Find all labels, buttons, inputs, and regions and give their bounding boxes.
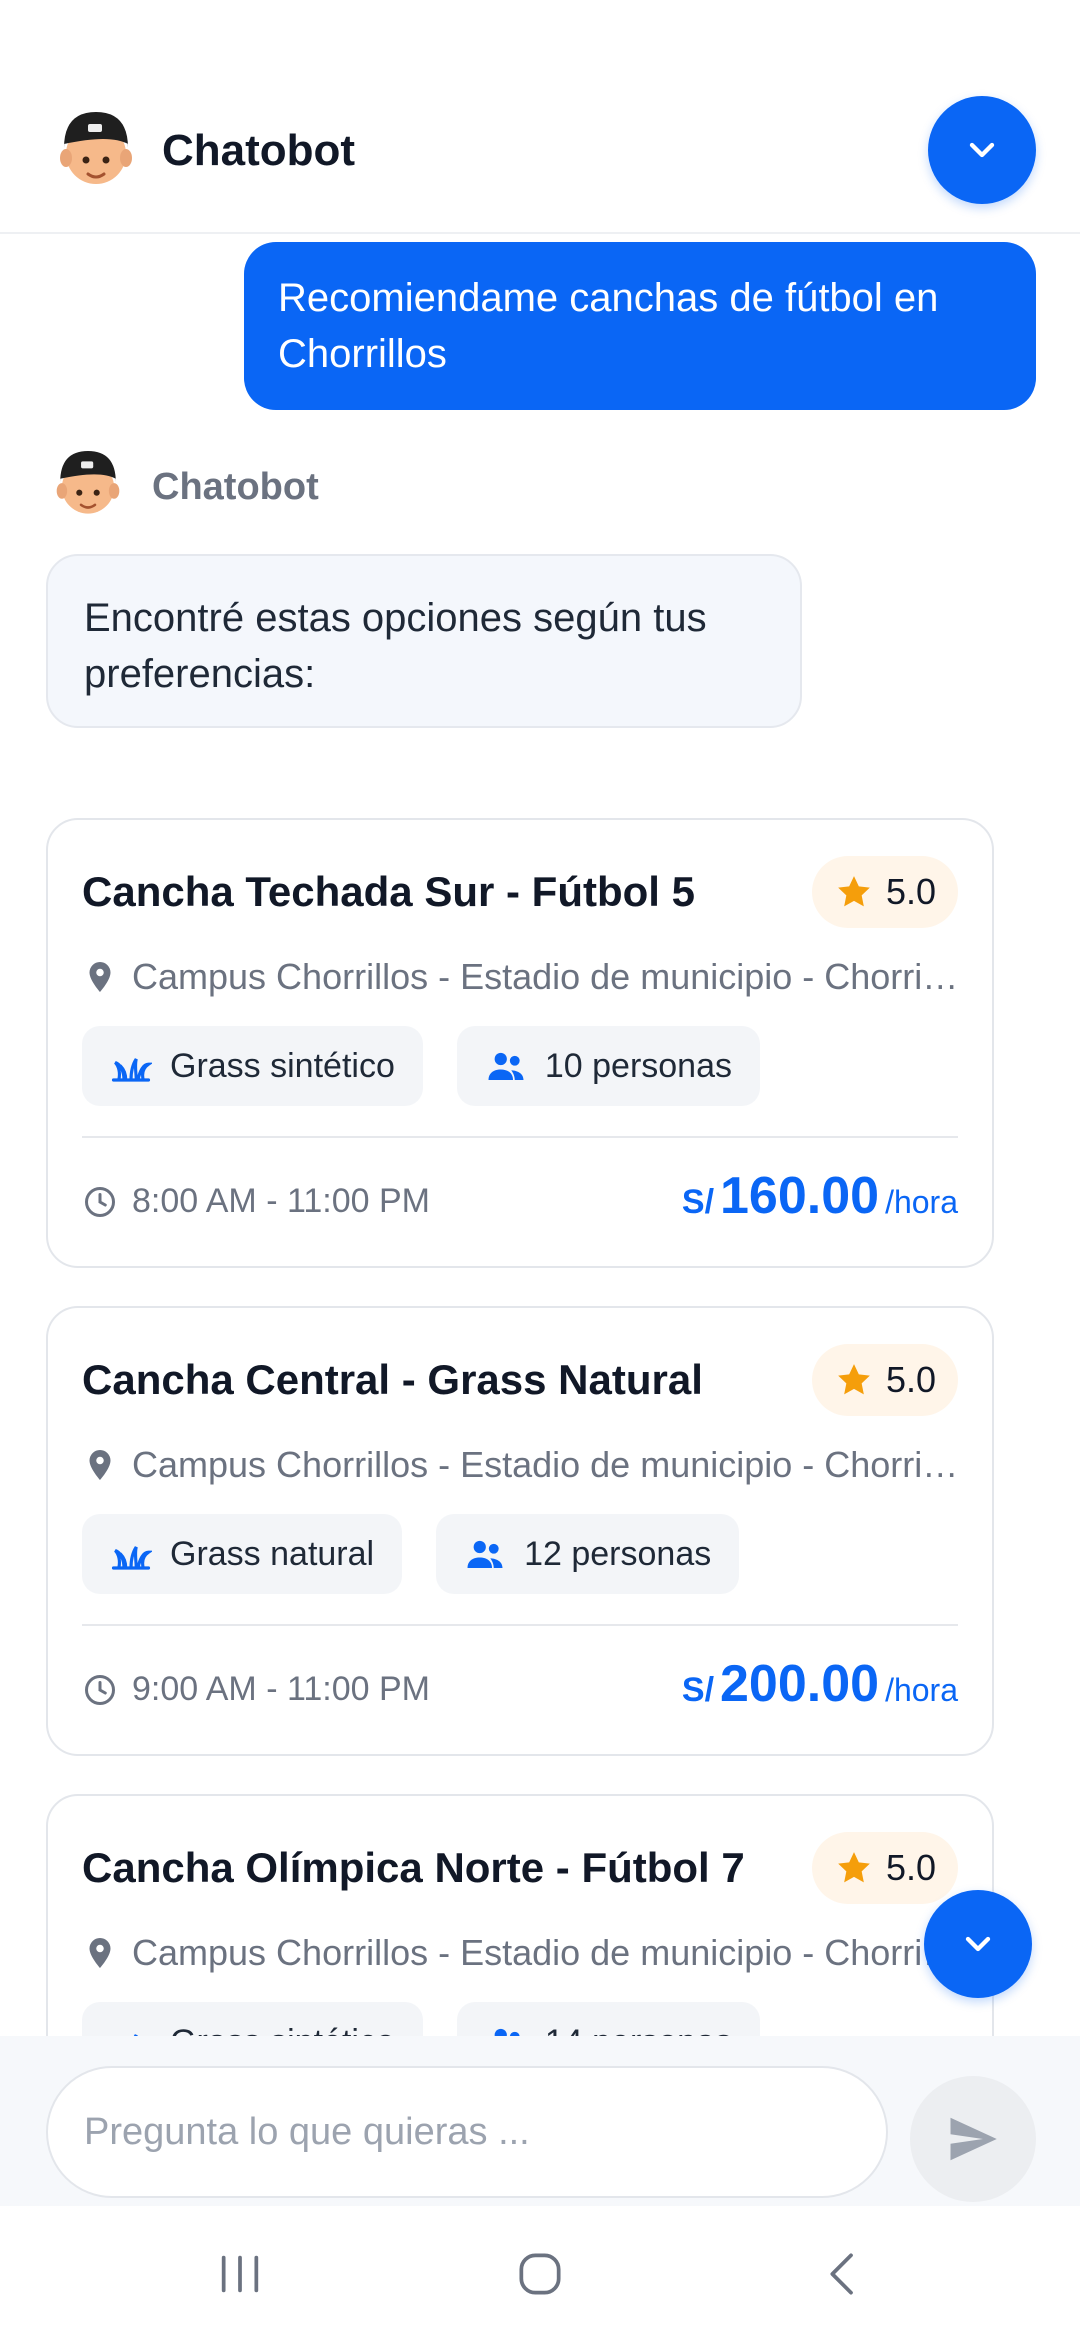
bot-message-bubble: Encontré estas opciones según tus prefer… <box>46 554 802 728</box>
star-icon <box>838 1852 870 1883</box>
capacity-chip: 12 personas <box>436 1514 740 1594</box>
boy-cap-avatar-icon <box>56 450 120 514</box>
location-pin-icon <box>89 1450 111 1480</box>
rating-badge: 5.0 <box>811 1832 958 1904</box>
back-icon <box>830 2253 853 2295</box>
recents-button[interactable] <box>210 2244 270 2304</box>
header-title: Chatobot <box>162 126 356 175</box>
capacity-chip: 10 personas <box>456 1026 760 1106</box>
location-pin-icon <box>89 962 111 992</box>
user-message-bubble: Recomiendame canchas de fútbol en Chorri… <box>244 242 1036 410</box>
card-divider <box>82 1136 958 1138</box>
field-location: Campus Chorrillos - Estadio de municipio… <box>82 1444 962 1486</box>
opening-hours: 8:00 AM - 11:00 PM <box>82 1182 430 1221</box>
hours-text: 8:00 AM - 11:00 PM <box>132 1182 430 1220</box>
back-button[interactable] <box>814 2244 874 2304</box>
surface-chip: Grass sintético <box>82 2002 423 2036</box>
grass-icon <box>133 2034 138 2036</box>
clock-icon <box>85 1186 115 1217</box>
message-input[interactable]: Pregunta lo que quieras ... <box>46 2066 888 2198</box>
field-location: Campus Chorrillos - Estadio de municipio… <box>82 1932 962 1974</box>
send-button[interactable] <box>910 2076 1036 2202</box>
people-icon <box>467 1540 503 1568</box>
star-icon <box>838 876 870 907</box>
people-icon <box>488 1052 524 1080</box>
surface-chip: Grass natural <box>82 1514 403 1594</box>
price-unit: /hora <box>885 1672 958 1708</box>
card-divider <box>82 1624 958 1626</box>
message-composer: Pregunta lo que quieras ... <box>0 2036 1080 2206</box>
scroll-down-button[interactable] <box>924 1890 1032 1998</box>
home-icon <box>519 2253 561 2295</box>
price-amount: 160.00 <box>720 1167 880 1225</box>
price: S/ 200.00 /hora <box>682 1654 958 1714</box>
surface-label: Grass natural <box>170 1534 375 1573</box>
opening-hours: 9:00 AM - 11:00 PM <box>82 1670 430 1709</box>
rating-value: 5.0 <box>885 871 936 912</box>
surface-label: Grass sintético <box>170 1046 395 1085</box>
send-icon <box>950 2117 997 2161</box>
field-title: Cancha Olímpica Norte - Fútbol 7 <box>82 1844 745 1891</box>
field-card[interactable]: Cancha Techada Sur - Fútbol 5 5.0 Campus… <box>46 818 994 1268</box>
boy-cap-avatar-icon <box>60 112 132 184</box>
location-text: Campus Chorrillos - Estadio de municipio… <box>132 956 962 997</box>
location-text: Campus Chorrillos - Estadio de municipio… <box>132 1444 962 1485</box>
people-icon <box>494 2028 520 2036</box>
grass-icon <box>111 1058 152 1082</box>
rating-badge: 5.0 <box>811 856 958 928</box>
user-message-text: Recomiendame canchas de fútbol en Chorri… <box>278 276 939 376</box>
field-title: Cancha Techada Sur - Fútbol 5 <box>82 868 695 915</box>
bot-avatar <box>50 104 142 196</box>
capacity-label: 10 personas <box>544 1046 732 1085</box>
bot-message-text: Encontré estas opciones según tus prefer… <box>84 596 707 696</box>
bot-avatar-small <box>48 444 128 524</box>
price-amount: 200.00 <box>720 1655 880 1713</box>
price-currency: S/ <box>681 1671 715 1709</box>
field-title: Cancha Central - Grass Natural <box>82 1356 703 1403</box>
chevron-down-icon <box>969 142 995 158</box>
rating-value: 5.0 <box>885 1847 936 1888</box>
surface-chip: Grass sintético <box>82 1026 423 1106</box>
collapse-chat-button[interactable] <box>928 96 1036 204</box>
grass-icon <box>111 1546 152 1570</box>
home-button[interactable] <box>510 2244 570 2304</box>
chat-header: Chatobot <box>0 0 1080 234</box>
rating-value: 5.0 <box>885 1359 936 1400</box>
message-input-placeholder: Pregunta lo que quieras ... <box>84 2110 530 2153</box>
recents-icon <box>221 2255 259 2293</box>
surface-label: Grass sintético <box>170 2023 395 2037</box>
feature-chips: Grass natural 12 personas <box>82 1514 740 1594</box>
field-location: Campus Chorrillos - Estadio de municipio… <box>82 956 962 998</box>
field-card[interactable]: Cancha Central - Grass Natural 5.0 Campu… <box>46 1306 994 1756</box>
feature-chips: Grass sintético 14 personas <box>82 2002 760 2036</box>
location-pin-icon <box>89 1938 111 1968</box>
bot-name: Chatobot <box>152 466 319 508</box>
price: S/ 160.00 /hora <box>682 1166 958 1226</box>
capacity-label: 12 personas <box>524 1534 712 1573</box>
price-unit: /hora <box>885 1184 958 1220</box>
star-icon <box>838 1364 870 1395</box>
clock-icon <box>85 1674 115 1705</box>
system-navigation-bar <box>0 2206 1080 2340</box>
hours-text: 9:00 AM - 11:00 PM <box>132 1670 430 1708</box>
feature-chips: Grass sintético 10 personas <box>82 1026 760 1106</box>
field-results-list[interactable]: Cancha Techada Sur - Fútbol 5 5.0 Campus… <box>0 800 1080 2036</box>
capacity-label: 14 personas <box>545 2023 732 2037</box>
capacity-chip: 14 personas <box>456 2002 760 2037</box>
field-card[interactable]: Cancha Olímpica Norte - Fútbol 7 5.0 Cam… <box>46 1794 994 2036</box>
rating-badge: 5.0 <box>811 1344 958 1416</box>
price-currency: S/ <box>681 1183 715 1221</box>
location-text: Campus Chorrillos - Estadio de municipio… <box>132 1932 962 1973</box>
chevron-down-icon <box>965 1936 991 1952</box>
